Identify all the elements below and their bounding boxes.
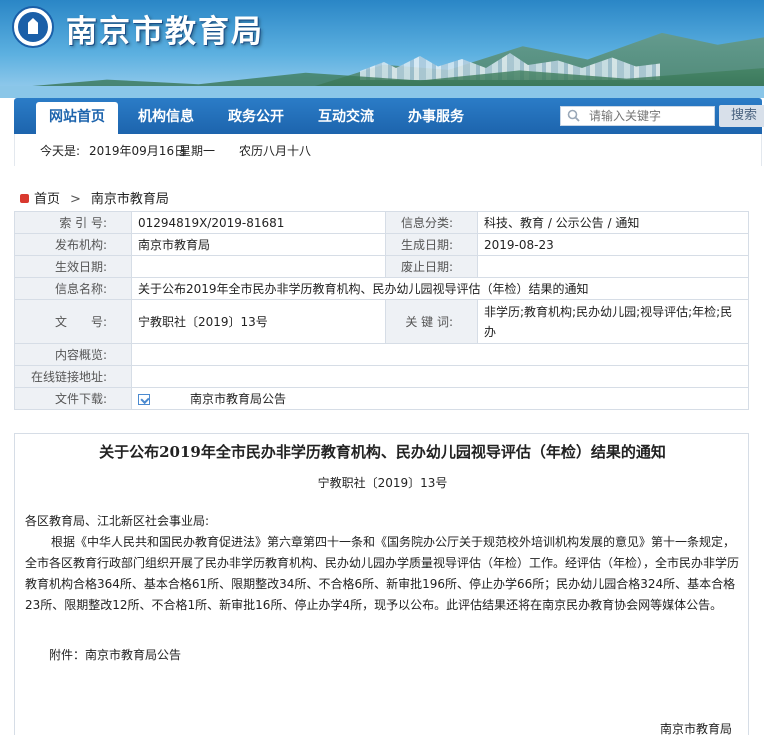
article-signature: 南京市教育局	[659, 722, 732, 735]
nav-organization[interactable]: 机构信息	[138, 98, 194, 134]
summary-label: 内容概览:	[14, 343, 132, 366]
publisher-label: 发布机构:	[14, 233, 132, 256]
breadcrumb-current[interactable]: 南京市教育局	[91, 192, 169, 207]
home-icon	[20, 194, 29, 203]
table-row: 生效日期: 废止日期:	[14, 255, 749, 278]
name-label: 信息名称:	[14, 277, 132, 300]
index-label: 索 引 号:	[14, 211, 132, 234]
nav-government-affairs[interactable]: 政务公开	[228, 98, 284, 134]
article-greeting: 各区教育局、江北新区社会事业局:	[25, 514, 210, 528]
name-value: 关于公布2019年全市民办非学历教育机构、民办幼儿园视导评估（年检）结果的通知	[131, 277, 749, 300]
category-value: 科技、教育 / 公示公告 / 通知	[477, 211, 749, 234]
search-input[interactable]	[560, 106, 715, 126]
nav-interaction[interactable]: 互动交流	[318, 98, 374, 134]
docno-value: 宁教职社〔2019〕13号	[131, 299, 386, 344]
site-banner: 南京市教育局	[0, 0, 764, 98]
breadcrumb-home[interactable]: 首页	[34, 192, 60, 207]
created-label: 生成日期:	[385, 233, 478, 256]
table-row: 文件下载: 南京市教育局公告	[14, 387, 749, 410]
document-meta-table: 索 引 号: 01294819X/2019-81681 信息分类: 科技、教育 …	[14, 211, 749, 410]
table-row: 文 号: 宁教职社〔2019〕13号 关 键 词: 非学历;教育机构;民办幼儿园…	[14, 299, 749, 344]
table-row: 发布机构: 南京市教育局 生成日期: 2019-08-23	[14, 233, 749, 256]
table-row: 内容概览:	[14, 343, 749, 366]
link-value	[131, 365, 749, 388]
search-icon	[567, 109, 580, 122]
article-body: 根据《中华人民共和国民办教育促进法》第六章第四十一条和《国务院办公厅关于规范校外…	[25, 535, 740, 612]
created-value: 2019-08-23	[477, 233, 749, 256]
logo-emblem-icon	[18, 12, 48, 42]
site-logo[interactable]	[12, 6, 54, 48]
today-label: 今天是:	[40, 144, 81, 158]
download-cell: 南京市教育局公告	[131, 387, 749, 410]
index-value: 01294819X/2019-81681	[131, 211, 386, 234]
keywords-label: 关 键 词:	[385, 299, 478, 344]
table-row: 索 引 号: 01294819X/2019-81681 信息分类: 科技、教育 …	[14, 211, 749, 234]
today-weekday: 星期一	[179, 144, 216, 158]
repeal-label: 废止日期:	[385, 255, 478, 278]
article-panel: 关于公布2019年全市民办非学历教育机构、民办幼儿园视导评估（年检）结果的通知 …	[14, 433, 749, 735]
summary-value	[131, 343, 749, 366]
download-link[interactable]: 南京市教育局公告	[190, 392, 286, 406]
breadcrumb: 首页 > 南京市教育局	[20, 188, 169, 207]
breadcrumb-separator-icon: >	[70, 192, 81, 207]
keywords-value: 非学历;教育机构;民办幼儿园;视导评估;年检;民办	[477, 299, 749, 344]
article-attachment[interactable]: 附件：南京市教育局公告	[49, 646, 181, 663]
nav-home[interactable]: 网站首页	[36, 102, 118, 134]
docno-label: 文 号:	[14, 299, 132, 344]
article-docno: 宁教职社〔2019〕13号	[317, 476, 448, 490]
effective-label: 生效日期:	[14, 255, 132, 278]
table-row: 信息名称: 关于公布2019年全市民办非学历教育机构、民办幼儿园视导评估（年检）…	[14, 277, 749, 300]
today-date: 2019年09月16日	[89, 144, 187, 158]
search-button[interactable]: 搜索	[719, 105, 764, 127]
banner-water	[0, 86, 764, 98]
category-label: 信息分类:	[385, 211, 478, 234]
nav-services[interactable]: 办事服务	[408, 98, 464, 134]
link-label: 在线链接地址:	[14, 365, 132, 388]
site-title[interactable]: 南京市教育局	[66, 6, 264, 51]
date-bar: 今天是: 2019年09月16日 星期一 农历八月十八	[14, 134, 762, 166]
repeal-value	[477, 255, 749, 278]
publisher-value: 南京市教育局	[131, 233, 386, 256]
download-icon[interactable]	[138, 394, 150, 405]
main-nav: 网站首页 机构信息 政务公开 互动交流 办事服务 搜索	[14, 98, 764, 134]
lunar-date: 农历八月十八	[239, 144, 312, 158]
download-label: 文件下载:	[14, 387, 132, 410]
table-row: 在线链接地址:	[14, 365, 749, 388]
effective-value	[131, 255, 386, 278]
article-title: 关于公布2019年全市民办非学历教育机构、民办幼儿园视导评估（年检）结果的通知	[99, 443, 666, 461]
